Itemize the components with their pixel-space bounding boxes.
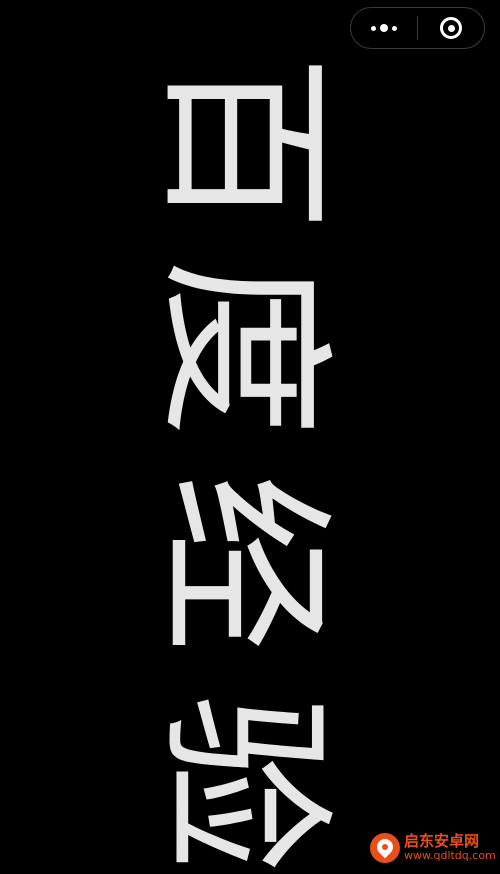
glyph-jing: 经 xyxy=(140,474,347,652)
watermark-text: 启东安卓网 www.qdltdq.com xyxy=(404,832,496,863)
target-close-icon xyxy=(440,17,462,39)
glyph-bai: 百 xyxy=(140,54,347,232)
glyph-du: 度 xyxy=(140,259,347,437)
glyph-yan: 验 xyxy=(140,694,347,872)
watermark-url: www.qdltdq.com xyxy=(404,849,496,863)
more-button[interactable] xyxy=(351,8,417,48)
screen: 百 度 经 验 启东安卓网 www.qdltdq.com xyxy=(0,0,500,874)
more-dots-icon xyxy=(371,24,397,32)
watermark-logo-icon xyxy=(370,833,400,863)
close-button[interactable] xyxy=(418,8,484,48)
mini-program-capsule xyxy=(350,7,485,49)
watermark-name: 启东安卓网 xyxy=(404,832,480,851)
rotated-text-column: 百 度 经 验 xyxy=(0,0,500,874)
watermark: 启东安卓网 www.qdltdq.com xyxy=(370,828,498,868)
